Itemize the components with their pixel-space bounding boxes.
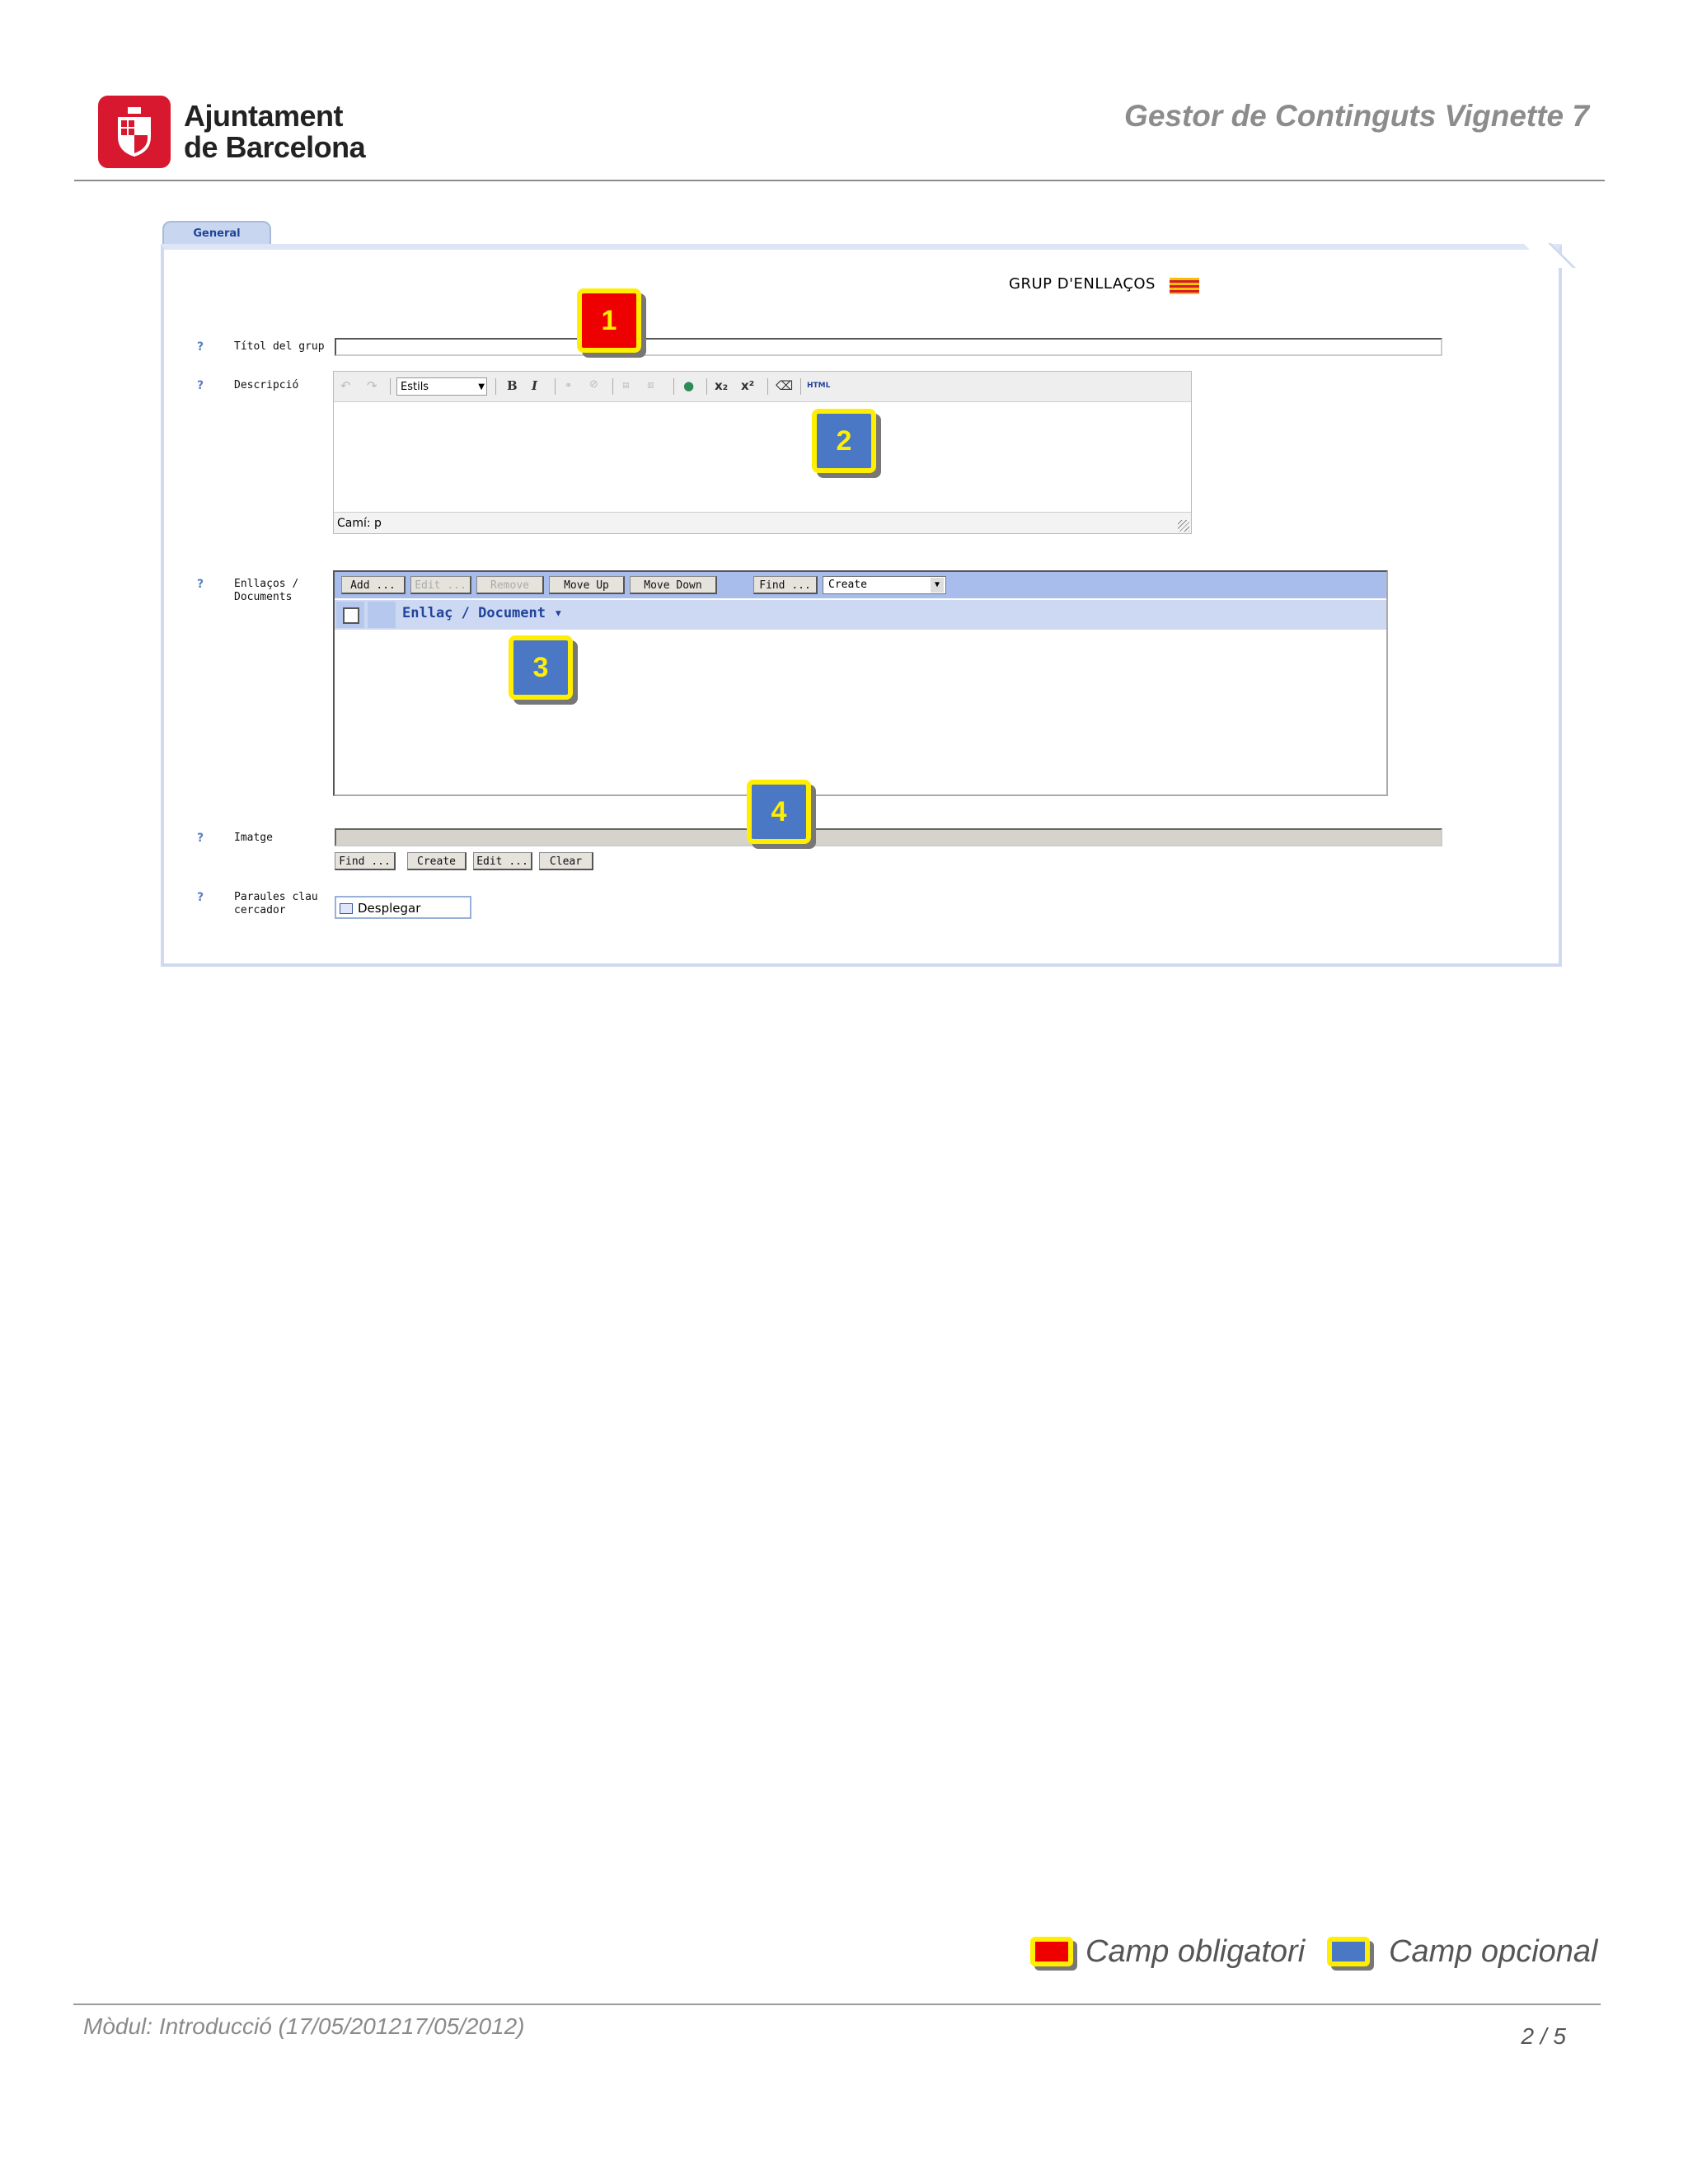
toolbar-separator [495,378,496,395]
unlink-icon[interactable]: ⊘ [589,378,598,391]
imatge-label: Imatge [234,832,273,844]
chevron-down-icon: ▼ [478,382,485,391]
legend-optional-label: Camp opcional [1389,1934,1598,1969]
footer-module: Mòdul: Introducció (17/05/201217/05/2012… [83,2013,525,2039]
links-table-header: Enllaç / Document ▾ [335,600,1386,630]
tab-general[interactable]: General [162,221,271,246]
editor-toolbar: ↶ ↷ Estils ▼ B I ⚭ ⊘ ▤ ▥ ● x₂ x² ⌫ HTML [334,372,1191,402]
links-list: Add ... Edit ... Remove Move Up Move Dow… [333,570,1388,796]
create-select-value: Create [828,579,867,591]
undo-icon[interactable]: ↶ [340,378,351,393]
paraules-label: Paraules clau cercador [234,891,318,917]
styles-value: Estils [401,381,429,393]
toolbar-separator [800,378,801,395]
image-clear-button[interactable]: Clear [539,852,593,870]
resize-grip-icon[interactable] [1178,520,1189,532]
link-icon[interactable]: ⚭ [565,380,572,391]
help-icon[interactable]: ? [197,832,204,845]
help-icon[interactable]: ? [197,379,204,392]
column-header-label: Enllaç / Document [402,605,546,621]
remove-button[interactable]: Remove [476,576,544,594]
enllacos-label: Enllaços / Documents [234,578,298,604]
panel-corner [1523,243,1576,268]
marker-1-required: 1 [577,288,641,353]
catalan-flag-icon [1170,278,1199,294]
help-icon[interactable]: ? [197,578,204,591]
paraules-label-line2: cercador [234,904,286,916]
toolbar-separator [706,378,707,395]
create-select[interactable]: Create ▼ [823,576,946,594]
superscript-icon[interactable]: x² [741,378,754,393]
editor-path-bar: Camí: p [334,512,1191,533]
enllacos-label-line2: Documents [234,591,293,603]
add-button[interactable]: Add ... [341,576,406,594]
links-toolbar: Add ... Edit ... Remove Move Up Move Dow… [335,572,1386,598]
styles-select[interactable]: Estils ▼ [396,377,487,396]
select-all-cell [336,602,364,628]
toolbar-separator [612,378,613,395]
org-name-line2: de Barcelona [184,130,366,164]
editor-path-text: Camí: p [337,517,382,530]
help-icon[interactable]: ? [197,891,204,904]
city-shield-icon [118,107,151,157]
toolbar-separator [673,378,674,395]
move-up-button[interactable]: Move Up [549,576,625,594]
ajuntament-logo [98,96,171,168]
toolbar-separator [390,378,391,395]
move-down-button[interactable]: Move Down [630,576,717,594]
image-edit-button[interactable]: Edit ... [473,852,532,870]
select-all-checkbox[interactable] [343,607,359,624]
cms-form-screenshot: General GRUP D'ENLLAÇOS ? Títol del grup… [161,221,1576,967]
legend-optional-swatch [1327,1937,1370,1966]
desplegar-button[interactable]: Desplegar [335,896,471,919]
marker-3-optional: 3 [509,635,573,700]
column-header-enllac-document[interactable]: Enllaç / Document ▾ [402,605,563,621]
marker-4-optional: 4 [747,780,811,844]
document-title: Gestor de Continguts Vignette 7 [1124,99,1589,133]
descripcio-editor: ↶ ↷ Estils ▼ B I ⚭ ⊘ ▤ ▥ ● x₂ x² ⌫ HTML … [333,371,1192,534]
org-name-line1: Ajuntament [184,99,344,133]
header-divider [74,180,1605,181]
html-source-icon[interactable]: HTML [807,382,830,390]
header-spacer-cell [368,602,396,628]
titol-input[interactable] [335,338,1442,356]
toolbar-separator [767,378,768,395]
globe-icon[interactable]: ● [683,378,694,393]
desplegar-label: Desplegar [358,901,421,916]
redo-icon[interactable]: ↷ [367,378,377,393]
footer-page-number: 2 / 5 [1521,2023,1566,2049]
spellcheck-icon[interactable]: ▤ [622,382,630,390]
folder-icon [340,903,353,914]
organization-name: Ajuntament de Barcelona [184,99,366,164]
find-button[interactable]: Find ... [753,576,818,594]
imatge-input[interactable] [335,828,1442,846]
subscript-icon[interactable]: x₂ [715,378,728,393]
form-title: GRUP D'ENLLAÇOS [1009,275,1156,293]
help-icon[interactable]: ? [197,340,204,354]
descripcio-label: Descripció [234,379,299,391]
edit-button[interactable]: Edit ... [410,576,471,594]
chevron-down-icon: ▼ [931,578,944,593]
enllacos-label-line1: Enllaços / [234,578,299,590]
italic-icon[interactable]: I [532,378,537,393]
bold-icon[interactable]: B [507,378,518,393]
sort-down-icon: ▾ [554,605,563,621]
legend-required-label: Camp obligatori [1085,1934,1306,1969]
abbreviation-icon[interactable]: ▥ [647,382,654,390]
paraules-label-line1: Paraules clau [234,891,318,903]
titol-label: Títol del grup [234,340,325,353]
legend-required-swatch [1030,1937,1073,1966]
image-find-button[interactable]: Find ... [335,852,396,870]
footer-divider [73,2004,1601,2005]
marker-2-optional: 2 [812,409,876,473]
image-create-button[interactable]: Create [407,852,467,870]
form-panel: GRUP D'ENLLAÇOS ? Títol del grup ? Descr… [161,243,1576,967]
eraser-icon[interactable]: ⌫ [776,378,793,393]
toolbar-separator [555,378,556,395]
